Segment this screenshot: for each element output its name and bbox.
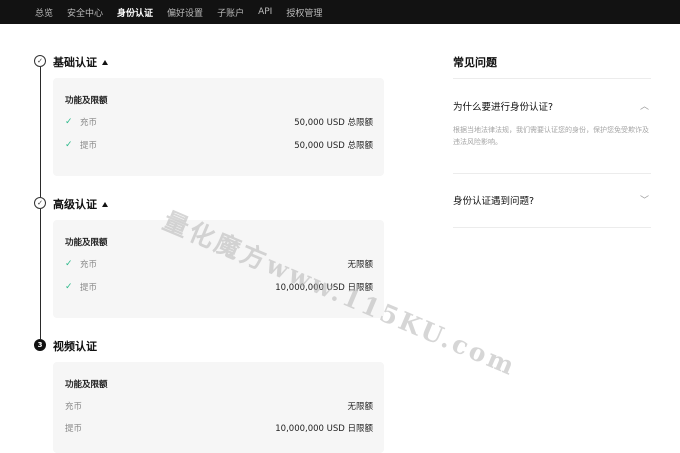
section-title-label: 基础认证 <box>53 56 97 69</box>
divider <box>453 173 651 174</box>
timeline-line <box>39 67 41 197</box>
check-icon: ✓ <box>65 259 73 269</box>
divider <box>453 227 651 228</box>
section-title-label: 视频认证 <box>53 340 97 353</box>
section-title-advanced[interactable]: 高级认证 <box>53 196 108 212</box>
limit-row-label: 提币 <box>65 424 83 434</box>
section-title-video[interactable]: 视频认证 <box>53 338 97 354</box>
step-complete-check-icon: ✓ <box>34 55 46 67</box>
limit-row-value: 无限额 <box>347 260 373 270</box>
card-heading: 功能及限额 <box>65 238 108 248</box>
caret-up-icon <box>102 59 108 65</box>
limit-row-value: 10,000,000 USD 日限额 <box>275 424 373 434</box>
step-number-badge: 3 <box>34 339 46 351</box>
caret-up-icon <box>102 201 108 207</box>
limit-row-value: 50,000 USD 总限额 <box>294 118 373 128</box>
faq-title: 常见问题 <box>453 56 497 69</box>
faq-question-why-verify[interactable]: 为什么要进行身份认证? <box>453 99 553 113</box>
nav-authorization[interactable]: 授权管理 <box>286 6 322 19</box>
section-title-label: 高级认证 <box>53 198 97 211</box>
limit-row-label: ✓ 充币 <box>65 117 98 128</box>
faq-answer: 根据当地法律法规，我们需要认证您的身份，保护您免受欺诈及违法风险影响。 <box>453 126 649 146</box>
limits-card-basic: 功能及限额 ✓ 充币 50,000 USD 总限额 ✓ 提币 50,000 US… <box>53 78 384 176</box>
top-nav: 总览 安全中心 身份认证 偏好设置 子账户 API 授权管理 <box>0 0 680 24</box>
chevron-up-icon[interactable]: ︿ <box>640 99 649 112</box>
chevron-down-icon[interactable]: ﹀ <box>640 193 649 206</box>
limits-card-advanced: 功能及限额 ✓ 充币 无限额 ✓ 提币 10,000,000 USD 日限额 <box>53 220 384 318</box>
limit-row-value: 无限额 <box>347 402 373 412</box>
nav-overview[interactable]: 总览 <box>35 6 53 19</box>
limit-row-value: 50,000 USD 总限额 <box>294 141 373 151</box>
limit-row-value: 10,000,000 USD 日限额 <box>275 283 373 293</box>
limits-card-video: 功能及限额 充币 无限额 提币 10,000,000 USD 日限额 <box>53 362 384 453</box>
limit-row-label: ✓ 提币 <box>65 282 98 293</box>
nav-identity-verification[interactable]: 身份认证 <box>117 6 153 19</box>
limit-row-label: 充币 <box>65 402 83 412</box>
nav-security-center[interactable]: 安全中心 <box>67 6 103 19</box>
nav-sub-accounts[interactable]: 子账户 <box>217 6 244 19</box>
limit-row-label: ✓ 提币 <box>65 140 98 151</box>
nav-api[interactable]: API <box>258 7 272 17</box>
card-heading: 功能及限额 <box>65 380 108 390</box>
section-title-basic[interactable]: 基础认证 <box>53 54 108 70</box>
check-icon: ✓ <box>65 117 73 127</box>
timeline-line <box>39 209 41 339</box>
divider <box>453 78 651 79</box>
limit-row-label: ✓ 充币 <box>65 259 98 270</box>
nav-preferences[interactable]: 偏好设置 <box>167 6 203 19</box>
check-icon: ✓ <box>65 140 73 150</box>
step-complete-check-icon: ✓ <box>34 197 46 209</box>
card-heading: 功能及限额 <box>65 96 108 106</box>
check-icon: ✓ <box>65 282 73 292</box>
faq-question-problems[interactable]: 身份认证遇到问题? <box>453 193 534 207</box>
